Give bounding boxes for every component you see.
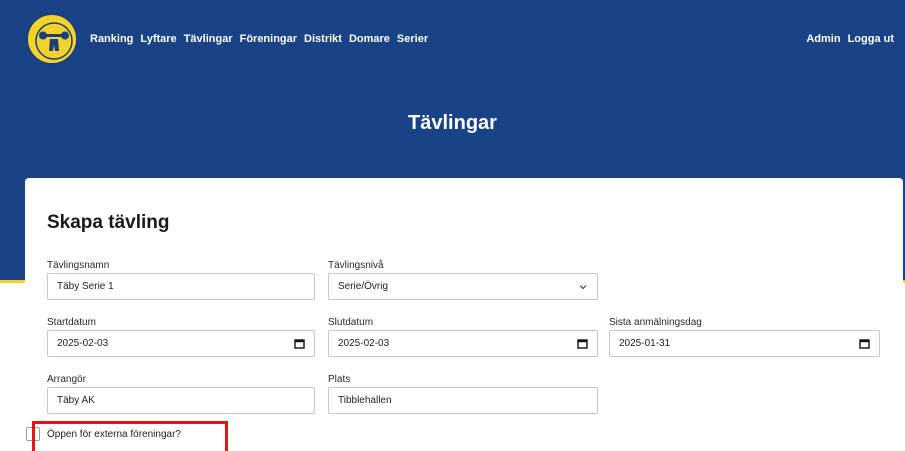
- end-date-input[interactable]: 2025-02-03: [328, 330, 598, 357]
- competition-name-input[interactable]: Täby Serie 1: [47, 273, 315, 300]
- name-label: Tävlingsnamn: [47, 260, 110, 271]
- deadline-label: Sista anmälningsdag: [609, 317, 702, 328]
- nav-tavlingar[interactable]: Tävlingar: [184, 33, 233, 45]
- calendar-icon[interactable]: [294, 338, 305, 349]
- organizer-input[interactable]: Täby AK: [47, 387, 315, 414]
- form-title: Skapa tävling: [47, 212, 170, 233]
- main-nav: Ranking Lyftare Tävlingar Föreningar Dis…: [90, 33, 428, 45]
- nav-admin[interactable]: Admin: [806, 33, 840, 45]
- create-competition-card: Skapa tävling Tävlingsnamn Täby Serie 1 …: [25, 178, 903, 451]
- calendar-icon[interactable]: [859, 338, 870, 349]
- nav-logout[interactable]: Logga ut: [848, 33, 894, 45]
- user-nav: Admin Logga ut: [806, 33, 894, 45]
- organizer-label: Arrangör: [47, 374, 86, 385]
- nav-domare[interactable]: Domare: [349, 33, 390, 45]
- competition-name-value: Täby Serie 1: [57, 281, 114, 292]
- competition-level-select[interactable]: Serie/Övrig: [328, 273, 598, 300]
- end-date-label: Slutdatum: [328, 317, 374, 328]
- nav-ranking[interactable]: Ranking: [90, 33, 133, 45]
- venue-label: Plats: [328, 374, 351, 385]
- registration-deadline-input[interactable]: 2025-01-31: [609, 330, 880, 357]
- highlight-box: [32, 421, 228, 451]
- nav-lyftare[interactable]: Lyftare: [140, 33, 176, 45]
- nav-distrikt[interactable]: Distrikt: [304, 33, 342, 45]
- competition-level-value: Serie/Övrig: [338, 281, 389, 292]
- calendar-icon[interactable]: [577, 338, 588, 349]
- chevron-down-icon: [578, 282, 588, 292]
- start-date-input[interactable]: 2025-02-03: [47, 330, 315, 357]
- nav-serier[interactable]: Serier: [397, 33, 428, 45]
- page-title: Tävlingar: [408, 112, 497, 134]
- end-date-value: 2025-02-03: [338, 338, 390, 349]
- venue-value: Tibblehallen: [338, 395, 392, 406]
- level-label: Tävlingsnivå: [328, 260, 384, 271]
- federation-logo-icon[interactable]: [26, 13, 78, 65]
- organizer-value: Täby AK: [57, 395, 95, 406]
- registration-deadline-value: 2025-01-31: [619, 338, 671, 349]
- nav-foreningar[interactable]: Föreningar: [240, 33, 297, 45]
- start-date-label: Startdatum: [47, 317, 96, 328]
- venue-input[interactable]: Tibblehallen: [328, 387, 598, 414]
- start-date-value: 2025-02-03: [57, 338, 109, 349]
